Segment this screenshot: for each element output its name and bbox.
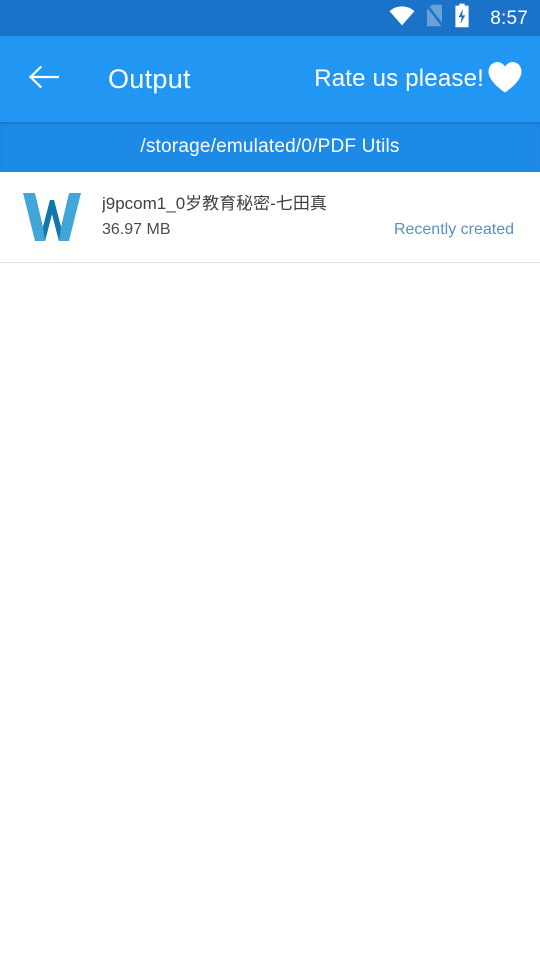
heart-icon	[486, 59, 524, 100]
list-item[interactable]: j9pcom1_0岁教育秘密-七田真 36.97 MB Recently cre…	[0, 172, 540, 262]
status-bar-clock: 8:57	[490, 7, 528, 29]
wifi-icon	[389, 5, 415, 31]
file-meta: j9pcom1_0岁教育秘密-七田真 36.97 MB Recently cre…	[102, 195, 516, 239]
arrow-left-icon	[29, 65, 60, 94]
rate-us-label: Rate us please!	[314, 65, 484, 92]
app-screen: 8:57 Output Rate us please! /storage/emu…	[0, 0, 540, 960]
status-bar-icons: 8:57	[389, 3, 528, 33]
back-button[interactable]	[24, 59, 64, 99]
page-title: Output	[108, 63, 191, 94]
file-list: j9pcom1_0岁教育秘密-七田真 36.97 MB Recently cre…	[0, 172, 540, 263]
current-path-bar[interactable]: /storage/emulated/0/PDF Utils	[0, 122, 540, 172]
app-bar: Output Rate us please!	[0, 36, 540, 122]
battery-charging-icon	[454, 3, 470, 33]
status-bar: 8:57	[0, 0, 540, 36]
word-document-icon	[16, 181, 88, 253]
current-path-text: /storage/emulated/0/PDF Utils	[140, 136, 400, 157]
file-subrow: 36.97 MB Recently created	[102, 221, 516, 239]
sim-card-off-icon	[425, 3, 445, 32]
file-name: j9pcom1_0岁教育秘密-七田真	[102, 195, 327, 214]
empty-content-area	[0, 263, 540, 960]
rate-us-button[interactable]: Rate us please!	[314, 59, 524, 100]
file-size: 36.97 MB	[102, 220, 171, 238]
file-status-label: Recently created	[393, 220, 514, 238]
